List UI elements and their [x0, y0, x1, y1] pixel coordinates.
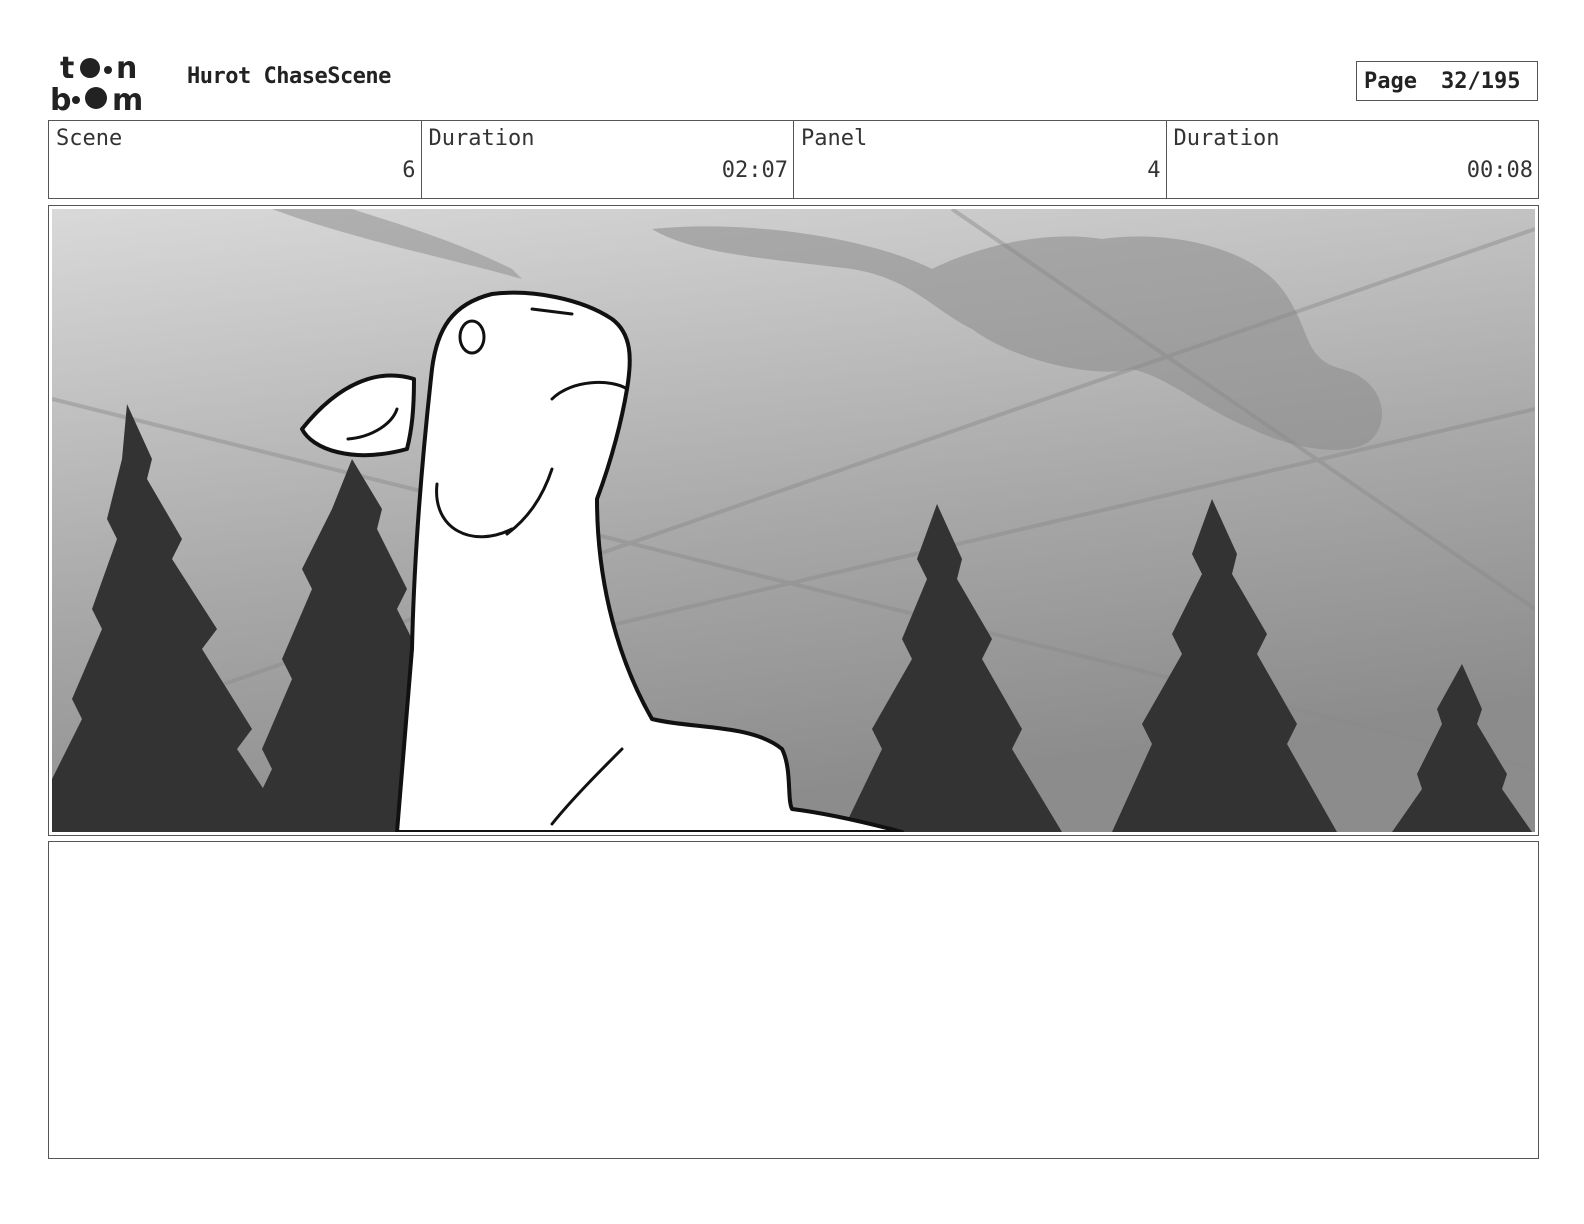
- panel-cell: Panel 4: [794, 121, 1167, 198]
- scene-duration-cell: Duration 02:07: [422, 121, 794, 198]
- page-number: 32/195: [1440, 68, 1521, 94]
- storyboard-panel: [48, 205, 1539, 836]
- panel-drawing: [52, 209, 1535, 832]
- scene-value: 6: [402, 158, 416, 183]
- panel-duration-value: 00:08: [1466, 158, 1533, 183]
- scene-duration-value: 02:07: [721, 158, 788, 183]
- panel-notes: [48, 841, 1539, 1159]
- page-indicator: Page 32/195: [1356, 61, 1538, 101]
- svg-text:b: b: [50, 83, 71, 112]
- page-label: Page: [1364, 68, 1417, 94]
- panel-duration-cell: Duration 00:08: [1167, 121, 1539, 198]
- svg-text:n: n: [116, 51, 137, 86]
- scene-label: Scene: [56, 126, 123, 151]
- panel-duration-label: Duration: [1173, 126, 1280, 151]
- toon-boom-logo: t n b m: [50, 51, 143, 112]
- project-title: Hurot ChaseScene: [187, 64, 391, 89]
- panel-label: Panel: [801, 126, 868, 151]
- scene-cell: Scene 6: [49, 121, 422, 198]
- panel-value: 4: [1147, 158, 1161, 183]
- scene-duration-label: Duration: [428, 126, 535, 151]
- svg-text:t: t: [60, 51, 74, 86]
- svg-text:m: m: [112, 83, 143, 112]
- scene-info-table: Scene 6 Duration 02:07 Panel 4 Duration …: [48, 120, 1539, 199]
